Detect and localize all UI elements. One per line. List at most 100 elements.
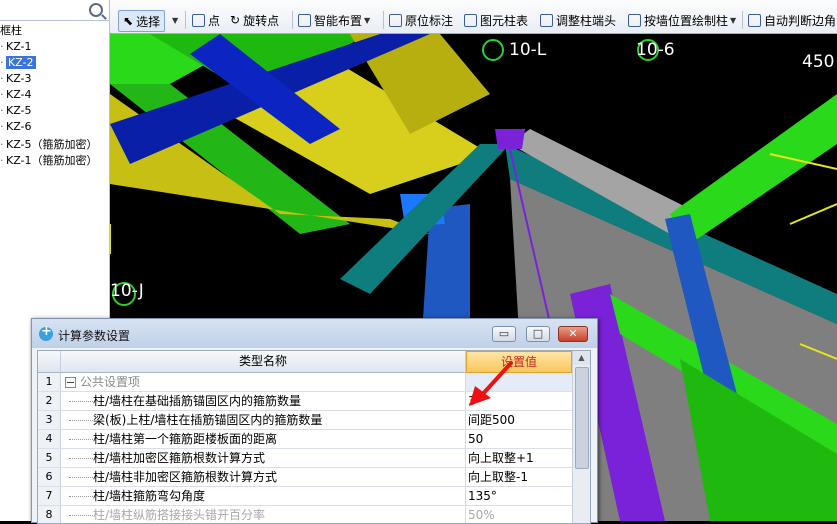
tree-line — [69, 439, 93, 440]
param-value[interactable]: 50% — [466, 506, 574, 523]
param-name-text: 柱/墙柱箍筋弯勾角度 — [93, 489, 206, 503]
select-dropdown[interactable]: ▼ — [170, 10, 178, 30]
tree-item-label: KZ-6 — [6, 120, 32, 133]
row-number: 4 — [38, 430, 61, 448]
param-name-text: 梁(板)上柱/墙柱在插筋锚固区内的箍筋数量 — [93, 413, 323, 427]
tree-item-label: KZ-1 — [6, 40, 32, 53]
rotate-icon: ↻ — [230, 13, 241, 27]
param-name: 柱/墙柱在基础插筋锚固区内的箍筋数量 — [61, 392, 466, 410]
tree-item[interactable]: · KZ-4 — [0, 88, 32, 104]
table-row[interactable]: 8 柱/墙柱纵筋搭接接头错开百分率 50% — [38, 506, 574, 523]
param-name: 柱/墙柱纵筋搭接接头错开百分率 — [61, 506, 466, 523]
cursor-icon: ⬉ — [123, 14, 134, 28]
draw-by-wall-button[interactable]: 按墙位置绘制柱 ▼ — [628, 10, 736, 30]
grid-icon — [298, 13, 311, 27]
maximize-button[interactable]: □ — [526, 326, 550, 342]
tree-item[interactable]: · KZ-2 — [0, 56, 36, 72]
row-number-header — [38, 351, 61, 373]
dialog-title: 计算参数设置 — [58, 329, 131, 343]
table-icon — [464, 13, 477, 27]
table-row[interactable]: 3 梁(板)上柱/墙柱在插筋锚固区内的箍筋数量 间距500 — [38, 411, 572, 430]
close-button[interactable]: ✕ — [558, 326, 588, 342]
tree-line — [69, 515, 93, 516]
param-name: 梁(板)上柱/墙柱在插筋锚固区内的箍筋数量 — [61, 411, 466, 429]
adjust-column-head-button[interactable]: 调整柱端头 — [540, 10, 616, 30]
tree-line — [69, 496, 93, 497]
type-name-header: 类型名称 — [61, 351, 466, 373]
purple-column — [495, 129, 525, 149]
tree-line — [69, 401, 93, 402]
element-table-button[interactable]: 图元柱表 — [464, 10, 528, 30]
param-name: 柱/墙柱加密区箍筋根数计算方式 — [61, 449, 466, 467]
edit-icon — [389, 13, 402, 27]
tree-item-label: KZ-4 — [6, 88, 32, 101]
param-name: 柱/墙柱箍筋弯勾角度 — [61, 487, 466, 505]
param-value[interactable]: 间距500 — [466, 411, 574, 429]
list-search-bar[interactable] — [0, 0, 109, 21]
param-name-text: 公共设置项 — [80, 375, 141, 389]
row-number: 7 — [38, 487, 61, 505]
param-value[interactable]: 向上取整+1 — [466, 449, 574, 467]
row-number: 6 — [38, 468, 61, 486]
param-value[interactable]: 向上取整-1 — [466, 468, 574, 486]
document-icon — [540, 13, 553, 27]
tree-item[interactable]: · KZ-6 — [0, 120, 32, 136]
param-value[interactable]: 135° — [466, 487, 574, 505]
param-name-text: 柱/墙柱加密区箍筋根数计算方式 — [93, 451, 266, 465]
vertical-scrollbar[interactable]: ▲ — [572, 351, 590, 523]
row-number: 2 — [38, 392, 61, 410]
tree-item-label: KZ-3 — [6, 72, 32, 85]
row-number: 3 — [38, 411, 61, 429]
minimize-button[interactable]: ▭ — [492, 326, 516, 342]
tree-item-label: KZ-5 — [6, 104, 32, 117]
app-icon — [39, 324, 53, 341]
point-icon — [192, 13, 205, 27]
tree-item-label: KZ-5（箍筋加密） — [6, 138, 98, 151]
param-name: 公共设置项 — [61, 373, 466, 391]
axis-label: 10-L — [509, 40, 547, 60]
tree-item-label: KZ-2 — [6, 56, 36, 69]
tree-item[interactable]: · KZ-1（箍筋加密） — [0, 152, 98, 168]
tree-item-label: KZ-1（箍筋加密） — [6, 154, 98, 167]
param-name-text: 柱/墙柱第一个箍筋距楼板面的距离 — [93, 432, 278, 446]
auto-judge-corner-button[interactable]: 自动判断边角 — [748, 10, 836, 30]
table-icon — [748, 13, 761, 27]
calc-params-dialog[interactable]: 计算参数设置 ▭ □ ✕ 类型名称 设置值 1公共设置项2柱/墙柱在基础插筋锚固… — [31, 318, 598, 524]
tree-line — [69, 477, 93, 478]
param-name-text: 柱/墙柱非加密区箍筋根数计算方式 — [93, 470, 278, 484]
param-name: 柱/墙柱非加密区箍筋根数计算方式 — [61, 468, 466, 486]
rotate-point-button[interactable]: ↻ 旋转点 — [230, 10, 279, 30]
scroll-thumb[interactable] — [575, 367, 589, 469]
tree-item[interactable]: · KZ-1 — [0, 40, 32, 56]
tree-item[interactable]: · KZ-3 — [0, 72, 32, 88]
tree-line — [69, 420, 93, 421]
drawing-toolbar: ⬉ 选择 ▼ 点 ↻ 旋转点 智能布置 ▼ 原位标注 图元柱表 调整柱端头 按墙位置绘… — [110, 0, 837, 34]
wall-column-icon — [628, 13, 641, 27]
param-name-text: 柱/墙柱纵筋搭接接头错开百分率 — [93, 508, 266, 522]
scroll-up-button[interactable]: ▲ — [573, 351, 590, 365]
axis-label: 10-J — [110, 281, 144, 301]
table-row[interactable]: 7 柱/墙柱箍筋弯勾角度 135° — [38, 487, 572, 506]
axis-label: 10-6 — [636, 40, 675, 60]
table-row[interactable]: 5 柱/墙柱加密区箍筋根数计算方式 向上取整+1 — [38, 449, 572, 468]
tree-item[interactable]: · KZ-5（箍筋加密） — [0, 136, 98, 152]
tree-root-frame-column[interactable]: 框柱 — [0, 22, 22, 38]
point-button[interactable]: 点 — [192, 10, 220, 30]
smart-layout-button[interactable]: 智能布置 ▼ — [298, 10, 370, 30]
param-value[interactable]: 50 — [466, 430, 574, 448]
tree-line — [69, 458, 93, 459]
table-row[interactable]: 6 柱/墙柱非加密区箍筋根数计算方式 向上取整-1 — [38, 468, 572, 487]
annotation-arrow — [469, 361, 513, 406]
tree-item[interactable]: · KZ-5 — [0, 104, 32, 120]
search-icon[interactable] — [89, 3, 103, 17]
param-name: 柱/墙柱第一个箍筋距楼板面的距离 — [61, 430, 466, 448]
param-name-text: 柱/墙柱在基础插筋锚固区内的箍筋数量 — [93, 394, 302, 408]
row-number: 8 — [38, 506, 61, 523]
dialog-title-bar[interactable]: 计算参数设置 ▭ □ ✕ — [32, 319, 597, 348]
select-button[interactable]: ⬉ 选择 — [118, 10, 166, 32]
table-row[interactable]: 4 柱/墙柱第一个箍筋距楼板面的距离 50 — [38, 430, 572, 449]
dimension-label: 450 — [802, 52, 834, 72]
collapse-icon[interactable] — [65, 377, 76, 388]
origin-label-button[interactable]: 原位标注 — [389, 10, 453, 30]
row-number: 1 — [38, 373, 61, 391]
